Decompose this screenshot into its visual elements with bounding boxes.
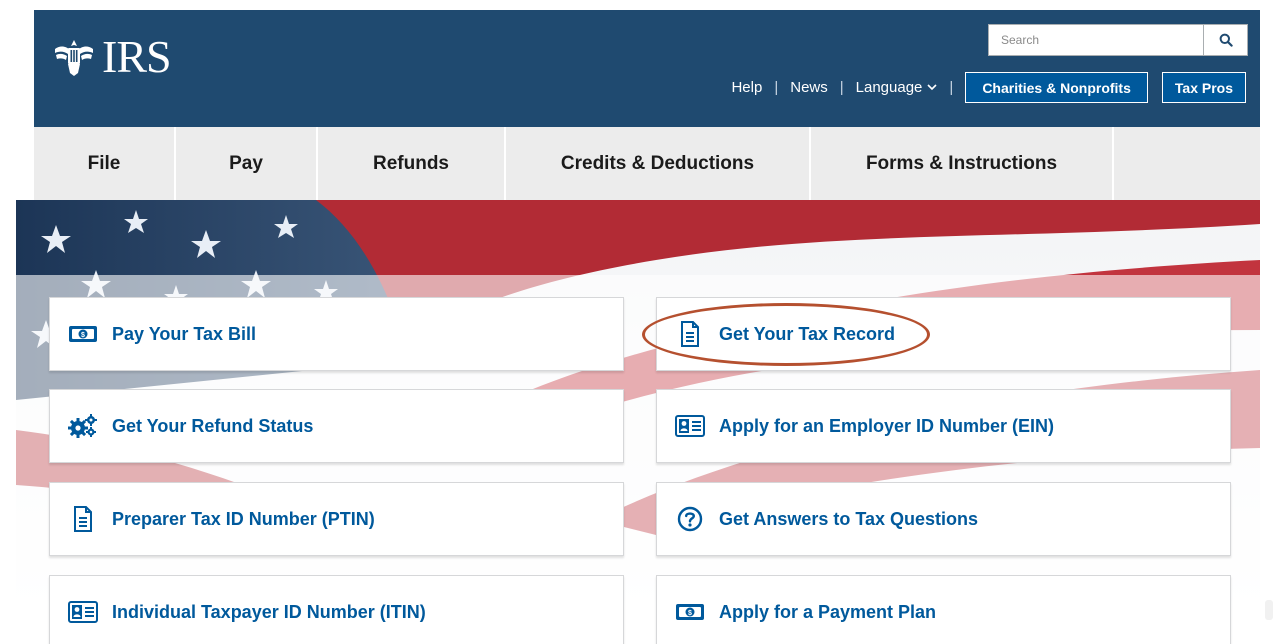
irs-wordmark: IRS [102,31,172,82]
irs-homepage: IRS Help | News | Language | C [0,0,1275,644]
utility-separator: | [949,79,954,96]
search-icon [1219,33,1233,47]
utility-nav: Help | News | Language | Charities & Non… [731,72,1246,103]
irs-logo[interactable]: IRS [52,31,172,82]
card-preparer-tax-id-ptin[interactable]: Preparer Tax ID Number (PTIN) [49,482,624,556]
card-apply-for-payment-plan[interactable]: $ Apply for a Payment Plan [656,575,1231,644]
charities-nonprofits-button[interactable]: Charities & Nonprofits [965,72,1148,103]
card-get-your-refund-status[interactable]: Get Your Refund Status [49,389,624,463]
card-label: Apply for an Employer ID Number (EIN) [719,415,1055,436]
svg-text:$: $ [81,332,85,339]
money-bill-icon: $ [675,597,705,627]
news-link[interactable]: News [790,79,828,96]
search-button[interactable] [1203,25,1247,55]
card-individual-taxpayer-id-itin[interactable]: Individual Taxpayer ID Number (ITIN) [49,575,624,644]
id-card-icon [68,597,98,627]
nav-item-forms-instructions[interactable]: Forms & Instructions [811,127,1114,200]
utility-separator: | [839,79,844,96]
language-dropdown[interactable]: Language [856,79,938,96]
site-header: IRS Help | News | Language | C [34,10,1260,127]
card-label: Preparer Tax ID Number (PTIN) [112,508,375,529]
document-icon [675,319,705,349]
main-nav: File Pay Refunds Credits & Deductions Fo… [34,127,1260,200]
nav-filler [1114,127,1260,200]
nav-item-pay[interactable]: Pay [176,127,318,200]
card-label: Get Your Refund Status [112,415,314,436]
document-icon [68,504,98,534]
card-label: Get Your Tax Record [719,323,896,344]
utility-separator: | [774,79,779,96]
nav-item-credits-deductions[interactable]: Credits & Deductions [506,127,811,200]
card-apply-for-ein[interactable]: Apply for an Employer ID Number (EIN) [656,389,1231,463]
nav-item-refunds[interactable]: Refunds [318,127,506,200]
card-label: Individual Taxpayer ID Number (ITIN) [112,601,426,622]
language-label: Language [855,79,923,96]
scrollbar-thumb[interactable] [1265,600,1273,620]
card-label: Get Answers to Tax Questions [719,508,979,529]
search-box [988,24,1248,56]
card-get-answers-tax-questions[interactable]: Get Answers to Tax Questions [656,482,1231,556]
card-get-your-tax-record[interactable]: Get Your Tax Record [656,297,1231,371]
search-input[interactable] [989,25,1203,55]
svg-text:$: $ [688,610,692,617]
money-bill-icon: $ [68,319,98,349]
nav-item-file[interactable]: File [34,127,176,200]
help-link[interactable]: Help [731,79,762,96]
card-label: Apply for a Payment Plan [719,601,937,622]
card-label: Pay Your Tax Bill [112,323,257,344]
gears-icon [68,411,98,441]
question-circle-icon [675,504,705,534]
card-pay-your-tax-bill[interactable]: $ Pay Your Tax Bill [49,297,624,371]
eagle-seal-icon [55,40,93,76]
id-card-icon [675,411,705,441]
tax-pros-button[interactable]: Tax Pros [1161,72,1246,103]
chevron-down-icon [927,84,937,91]
